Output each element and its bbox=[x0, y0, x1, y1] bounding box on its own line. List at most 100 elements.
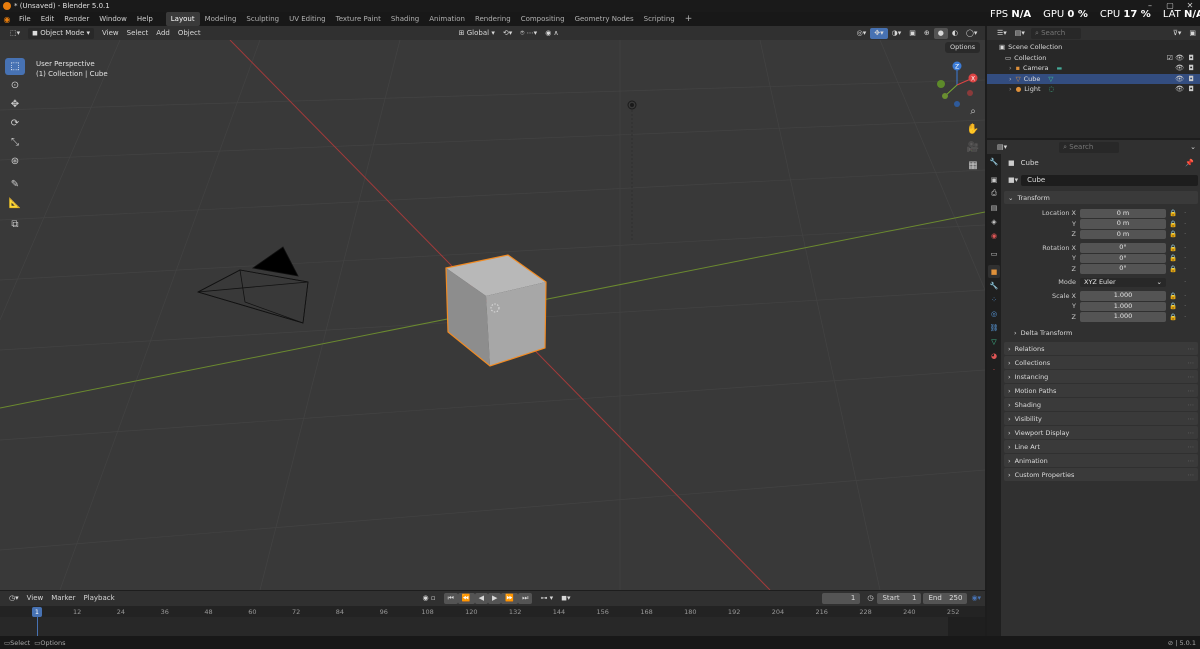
tool-tab-icon[interactable]: 🔧 bbox=[988, 155, 1000, 168]
lock-icon[interactable]: 🔒 bbox=[1168, 254, 1178, 262]
render-camera-icon[interactable]: ◘ bbox=[1188, 75, 1194, 83]
scale-y-field[interactable]: 1.000 bbox=[1080, 301, 1166, 311]
lock-icon[interactable]: 🔒 bbox=[1168, 209, 1178, 217]
tab-modeling[interactable]: Modeling bbox=[200, 12, 242, 26]
timeline-menu-marker[interactable]: Marker bbox=[47, 593, 79, 604]
menu-file[interactable]: File bbox=[14, 12, 36, 26]
menu-window[interactable]: Window bbox=[94, 12, 132, 26]
keyframe-dot-icon[interactable]: ⋅ bbox=[1180, 278, 1190, 286]
rotation-x-field[interactable]: 0° bbox=[1080, 243, 1166, 253]
light-object[interactable] bbox=[627, 100, 637, 240]
render-camera-icon[interactable]: ◘ bbox=[1188, 85, 1194, 93]
panel-animation[interactable]: › Animation ⋯ bbox=[1004, 454, 1198, 467]
outliner-item-light[interactable]: › ● Light ◌ 👁 ◘ bbox=[987, 84, 1200, 95]
outliner-search-input[interactable]: ⌕ Search bbox=[1030, 27, 1081, 39]
eye-icon[interactable]: 👁 bbox=[1175, 85, 1184, 93]
current-frame-field[interactable]: 1 bbox=[822, 593, 861, 604]
perspective-grid-icon[interactable]: ▦ bbox=[965, 157, 981, 173]
display-mode-icon[interactable]: ▤▾ bbox=[1011, 28, 1029, 39]
object-type-icon[interactable]: ■▾ bbox=[1008, 176, 1018, 184]
drag-handle-icon[interactable]: ⋯ bbox=[1188, 401, 1195, 409]
cursor-icon[interactable]: ⊙ bbox=[5, 77, 25, 94]
panel-motion-paths[interactable]: › Motion Paths ⋯ bbox=[1004, 384, 1198, 397]
keyframe-dot-icon[interactable]: ⋅ bbox=[1180, 313, 1190, 321]
drag-handle-icon[interactable]: ⋯ bbox=[1188, 443, 1195, 451]
output-tab-icon[interactable]: ⎙ bbox=[988, 187, 1000, 200]
eye-icon[interactable]: 👁 bbox=[1175, 54, 1184, 62]
3d-viewport[interactable]: User Perspective (1) Collection | Cube O… bbox=[0, 40, 985, 590]
panel-viewport-display[interactable]: › Viewport Display ⋯ bbox=[1004, 426, 1198, 439]
scale-x-field[interactable]: 1.000 bbox=[1080, 291, 1166, 301]
overlay-icon[interactable]: ◑▾ bbox=[888, 28, 906, 39]
properties-search-input[interactable]: ⌕ Search bbox=[1059, 141, 1120, 153]
mode-dropdown[interactable]: ◼ Object Mode ▾ bbox=[28, 27, 95, 39]
camera-view-icon[interactable]: 🎥 bbox=[965, 139, 981, 155]
tab-compositing[interactable]: Compositing bbox=[516, 12, 570, 26]
timeline-menu-view[interactable]: View bbox=[23, 593, 48, 604]
keyframe-dot-icon[interactable]: ⋅ bbox=[1180, 230, 1190, 238]
timeline-editor-icon[interactable]: ◷▾ bbox=[5, 593, 23, 604]
options-button[interactable]: Options bbox=[945, 42, 981, 53]
lock-icon[interactable]: 🔒 bbox=[1168, 313, 1178, 321]
shading-wireframe-icon[interactable]: ⊕ bbox=[920, 28, 934, 39]
zoom-icon[interactable]: ⌕ bbox=[965, 103, 981, 119]
data-tab-icon[interactable]: ▽ bbox=[988, 335, 1000, 348]
outliner-item-scene-collection[interactable]: ▣ Scene Collection bbox=[987, 42, 1200, 53]
menu-add[interactable]: Add bbox=[152, 28, 174, 39]
panel-custom-properties[interactable]: › Custom Properties ⋯ bbox=[1004, 468, 1198, 481]
select-box-icon[interactable]: ⬚ bbox=[5, 58, 25, 75]
tab-animation[interactable]: Animation bbox=[424, 12, 470, 26]
chevron-right-icon[interactable]: › bbox=[1009, 75, 1012, 83]
panel-instancing[interactable]: › Instancing ⋯ bbox=[1004, 370, 1198, 383]
transform-icon[interactable]: ⊛ bbox=[5, 153, 25, 170]
drag-handle-icon[interactable]: ⋯ bbox=[1188, 457, 1195, 465]
xray-icon[interactable]: ▣ bbox=[905, 28, 920, 39]
blender-menu-icon[interactable]: ◉ bbox=[0, 15, 14, 24]
chevron-right-icon[interactable]: › bbox=[1009, 85, 1012, 93]
rotation-y-field[interactable]: 0° bbox=[1080, 253, 1166, 263]
keyingset-icon[interactable]: ◼▾ bbox=[557, 593, 574, 604]
pin-icon[interactable]: 📌 bbox=[1185, 159, 1194, 167]
drag-handle-icon[interactable]: ⋯ bbox=[1188, 359, 1195, 367]
menu-render[interactable]: Render bbox=[59, 12, 94, 26]
world-tab-icon[interactable]: ◉ bbox=[988, 229, 1000, 242]
cube-object[interactable] bbox=[445, 254, 547, 367]
eye-icon[interactable]: 👁 bbox=[1175, 75, 1184, 83]
transform-panel-header[interactable]: ⌄ Transform bbox=[1004, 191, 1198, 204]
proportional-edit-icon[interactable]: ◉ ∧ bbox=[541, 28, 562, 39]
measure-icon[interactable]: 📐 bbox=[5, 195, 25, 212]
outliner-item-cube[interactable]: › ▽ Cube ▽ 👁 ◘ bbox=[987, 73, 1200, 84]
menu-view[interactable]: View bbox=[98, 28, 123, 39]
tab-rendering[interactable]: Rendering bbox=[470, 12, 516, 26]
properties-editor-icon[interactable]: ▤▾ bbox=[993, 142, 1011, 153]
shading-solid-icon[interactable]: ● bbox=[933, 27, 948, 39]
modifier-tab-icon[interactable]: 🔧 bbox=[988, 279, 1000, 292]
chevron-down-icon[interactable]: ⌄ bbox=[1186, 142, 1200, 153]
tab-texture-paint[interactable]: Texture Paint bbox=[331, 12, 386, 26]
location-x-field[interactable]: 0 m bbox=[1080, 208, 1166, 218]
editor-type-icon[interactable]: ⬚▾ bbox=[6, 28, 24, 39]
start-frame-field[interactable]: Start 1 bbox=[877, 593, 922, 604]
render-tab-icon[interactable]: ▣ bbox=[988, 173, 1000, 186]
lock-icon[interactable]: 🔒 bbox=[1168, 302, 1178, 310]
jump-keyframe-back-icon[interactable]: ⏪ bbox=[457, 593, 475, 604]
new-collection-icon[interactable]: ▣ bbox=[1185, 28, 1200, 39]
object-name-field[interactable]: Cube bbox=[1021, 174, 1198, 186]
chevron-right-icon[interactable]: › bbox=[1009, 64, 1012, 72]
location-y-field[interactable]: 0 m bbox=[1080, 219, 1166, 229]
outliner-editor-icon[interactable]: ☰▾ bbox=[993, 28, 1011, 39]
drag-handle-icon[interactable]: ⋯ bbox=[1188, 387, 1195, 395]
lock-icon[interactable]: 🔒 bbox=[1168, 230, 1178, 238]
material-tab-icon[interactable]: ◕ bbox=[988, 349, 1000, 362]
keying-icon[interactable]: ⊶ ▾ bbox=[536, 593, 557, 604]
render-camera-icon[interactable]: ◘ bbox=[1188, 64, 1194, 72]
location-z-field[interactable]: 0 m bbox=[1080, 229, 1166, 239]
play-reverse-icon[interactable]: ◀ bbox=[474, 593, 489, 604]
view-layer-tab-icon[interactable]: ▤ bbox=[988, 201, 1000, 214]
object-tab-icon[interactable]: ■ bbox=[988, 265, 1000, 278]
tab-layout[interactable]: Layout bbox=[165, 12, 200, 26]
menu-edit[interactable]: Edit bbox=[36, 12, 60, 26]
preview-range-icon[interactable]: ◷ bbox=[863, 593, 877, 604]
panel-visibility[interactable]: › Visibility ⋯ bbox=[1004, 412, 1198, 425]
eye-icon[interactable]: 👁 bbox=[1175, 64, 1184, 72]
